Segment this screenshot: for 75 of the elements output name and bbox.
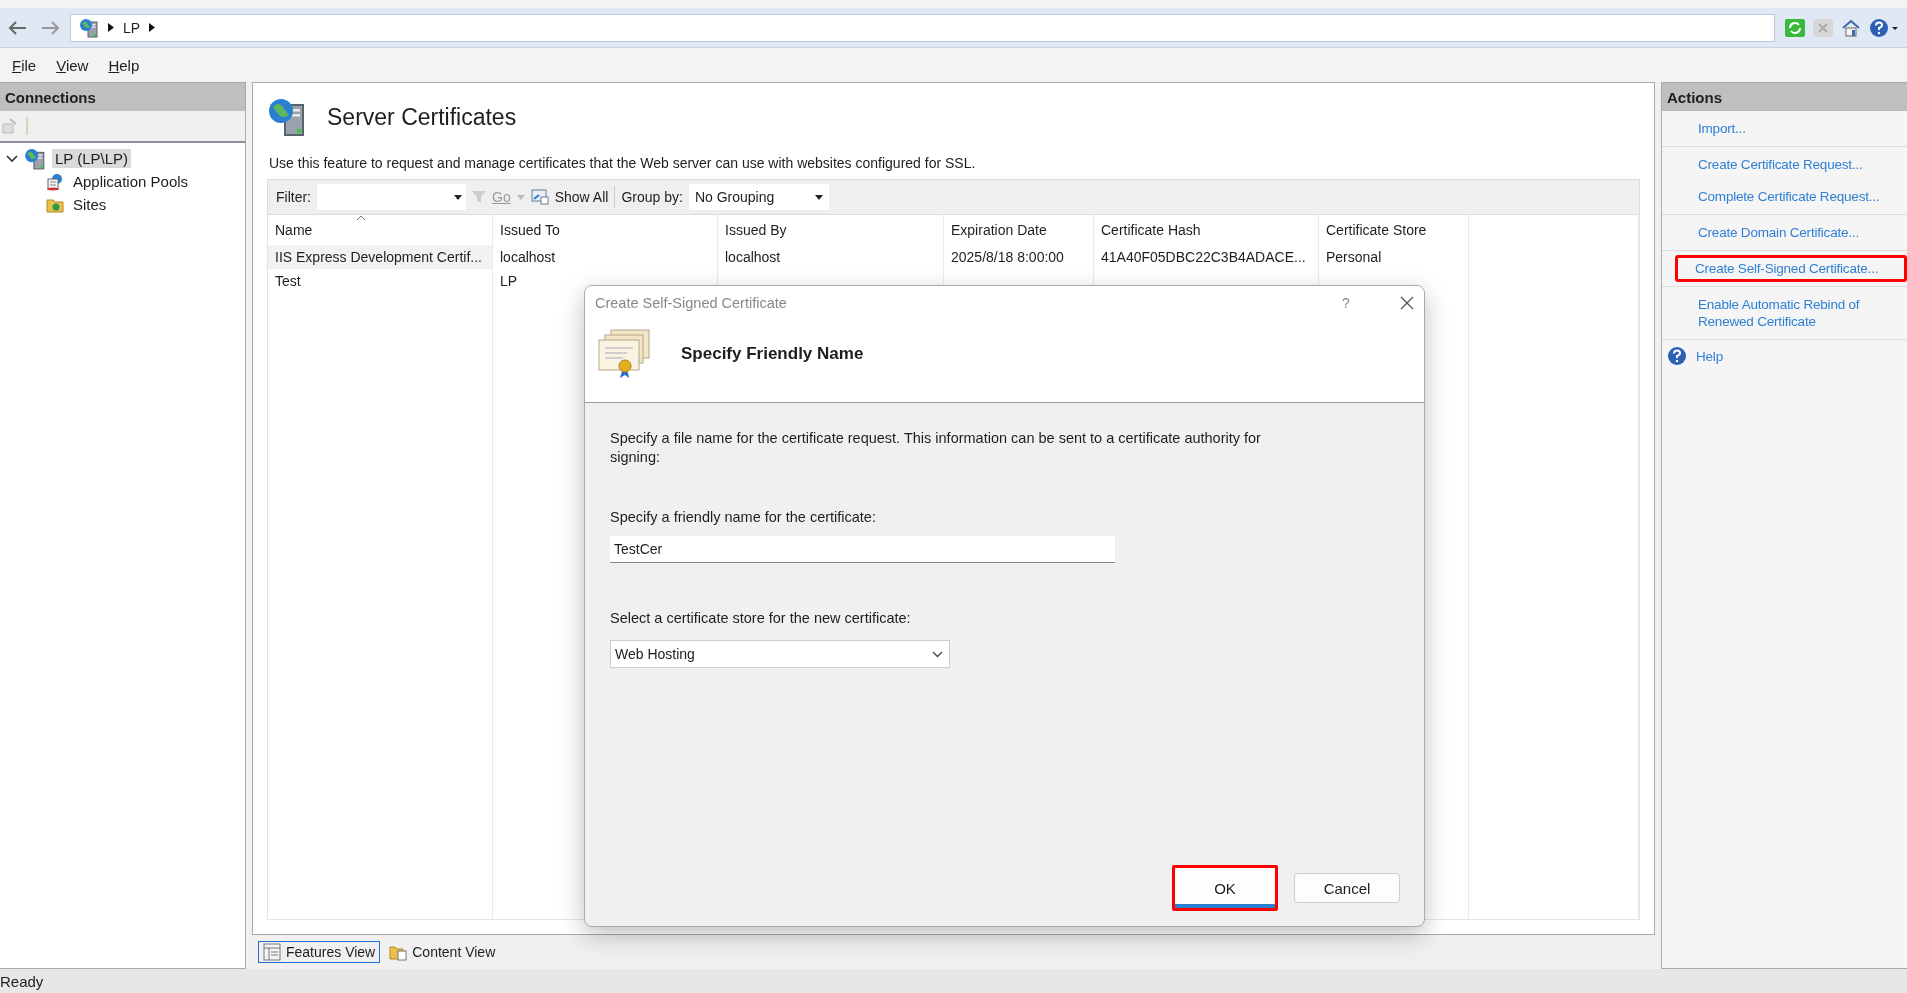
action-link[interactable]: Complete Certificate Request...: [1692, 183, 1905, 210]
globe-server-icon: [24, 147, 46, 170]
dropdown-arrow-icon: [814, 194, 823, 200]
tree-item[interactable]: Sites: [70, 195, 110, 214]
close-icon[interactable]: [1400, 296, 1414, 310]
tree-item[interactable]: Application Pools: [70, 172, 192, 191]
column-header[interactable]: Certificate Hash: [1094, 215, 1319, 245]
back-arrow-icon[interactable]: [8, 19, 28, 36]
home-icon[interactable]: [1841, 17, 1861, 38]
dialog-button[interactable]: OK: [1172, 865, 1278, 911]
column-header[interactable]: Expiration Date: [944, 215, 1094, 245]
show-all-button[interactable]: Show All: [554, 189, 609, 205]
group-by-dropdown[interactable]: No Grouping: [688, 184, 829, 210]
action-link[interactable]: Import...: [1692, 115, 1905, 142]
column-header[interactable]: Certificate Store: [1319, 215, 1469, 245]
help-icon[interactable]: [1869, 17, 1899, 38]
dialog-button[interactable]: Cancel: [1294, 873, 1400, 903]
description-text: Use this feature to request and manage certificates that the Web server can use with websites configured for SSL.: [269, 155, 977, 171]
globe-server-icon: [267, 97, 307, 137]
field-label: Select a certificate store for the new certificate:: [610, 609, 912, 628]
globe-server-icon: [79, 17, 99, 38]
table-cell: localhost: [725, 249, 781, 265]
help-icon: [1667, 346, 1687, 366]
breadcrumb-arrow-icon: [108, 23, 114, 32]
menu-item[interactable]: View: [56, 54, 89, 76]
certificate-store-dropdown[interactable]: Web Hosting: [610, 640, 950, 668]
show-all-icon: [530, 189, 549, 205]
features-view-icon: [263, 943, 281, 961]
breadcrumb-item[interactable]: LP: [123, 19, 141, 36]
column-header[interactable]: Issued By: [718, 215, 944, 245]
forward-arrow-icon[interactable]: [40, 19, 60, 36]
table-cell: localhost: [500, 249, 556, 265]
view-tab[interactable]: Features View: [258, 941, 381, 963]
filter-label: Filter:: [276, 189, 311, 205]
table-cell: IIS Express Development Certif...: [275, 249, 482, 265]
connect-icon[interactable]: [2, 118, 18, 134]
app-pool-icon: [46, 172, 64, 191]
table-cell: 41A40F05DBC22C3B4ADACE...: [1101, 249, 1306, 265]
action-link[interactable]: Create Self-Signed Certificate...: [1675, 255, 1907, 282]
field-label: Specify a friendly name for the certificate:: [610, 508, 877, 527]
chevron-down-icon: [932, 650, 943, 658]
panel-header: Connections: [0, 83, 245, 111]
table-cell: Test: [275, 273, 301, 289]
tree-item[interactable]: LP (LP\LP): [52, 149, 132, 168]
table-cell: LP: [500, 273, 518, 289]
action-link[interactable]: Create Certificate Request...: [1692, 151, 1905, 178]
funnel-icon[interactable]: [472, 190, 486, 204]
folder-globe-icon: [46, 196, 64, 213]
dropdown-arrow-icon: [454, 194, 462, 200]
page-title: Server Certificates: [327, 103, 517, 131]
action-link[interactable]: Enable Automatic Rebind of Renewed Certificate: [1692, 291, 1905, 335]
breadcrumb-arrow-icon: [149, 23, 156, 32]
dropdown-arrow-icon[interactable]: [516, 194, 525, 200]
group-by-label: Group by:: [621, 189, 683, 205]
friendly-name-field[interactable]: TestCer: [610, 536, 1115, 563]
folder-document-icon: [389, 943, 408, 961]
help-link[interactable]: Help: [1696, 347, 1723, 365]
expanded-chevron-icon[interactable]: [6, 154, 18, 163]
panel-header: Actions: [1662, 83, 1907, 111]
action-link[interactable]: Create Domain Certificate...: [1692, 219, 1905, 246]
dialog-title: Create Self-Signed Certificate: [595, 295, 788, 311]
menu-item[interactable]: Help: [108, 54, 140, 76]
instruction-text: Specify a file name for the certificate request. This information can be sent to a certificate authority for signing:: [610, 429, 1262, 467]
help-button[interactable]: ?: [1342, 295, 1362, 311]
status-text: Ready: [0, 972, 44, 990]
address-bar[interactable]: LP: [70, 13, 1775, 42]
refresh-icon[interactable]: [1785, 18, 1805, 37]
menu-item[interactable]: File: [12, 54, 37, 76]
filter-field[interactable]: [317, 184, 466, 210]
dialog-heading: Specify Friendly Name: [681, 344, 864, 364]
view-tab[interactable]: Content View: [384, 941, 501, 963]
table-cell: 2025/8/18 8:00:00: [951, 249, 1064, 265]
table-cell: Personal: [1326, 249, 1382, 265]
stop-icon[interactable]: [1813, 18, 1833, 37]
column-header[interactable]: Issued To: [493, 215, 718, 245]
